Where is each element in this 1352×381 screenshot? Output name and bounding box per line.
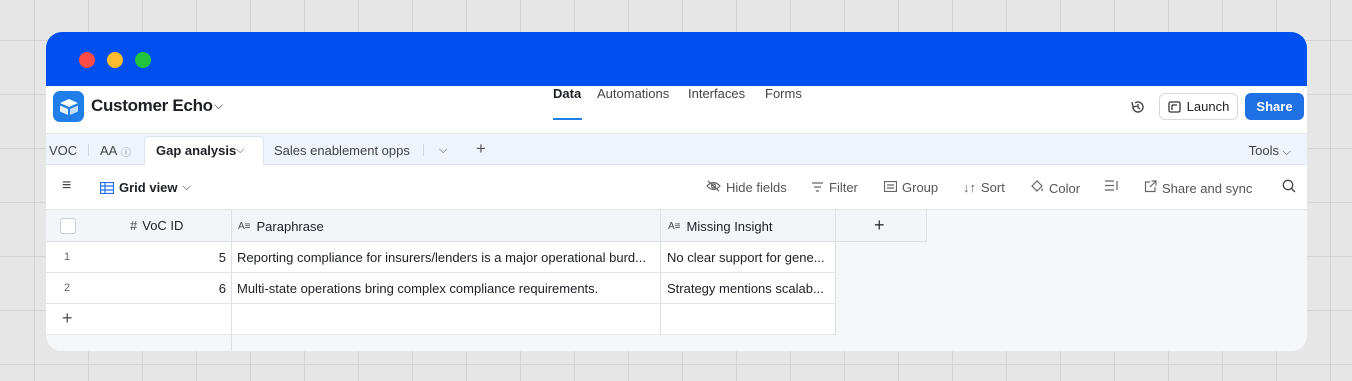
sort-button[interactable]: ↓↑ Sort <box>963 180 1005 195</box>
hide-fields-button[interactable]: Hide fields <box>706 180 787 195</box>
column-divider <box>835 210 836 335</box>
number-field-icon: # <box>130 218 138 233</box>
row-number: 2 <box>64 282 71 294</box>
search-icon[interactable] <box>1282 179 1296 193</box>
paint-bucket-icon <box>1030 180 1044 196</box>
history-icon[interactable] <box>1129 98 1147 116</box>
color-label: Color <box>1049 180 1081 196</box>
launch-button[interactable]: Launch <box>1159 93 1238 120</box>
column-header-label: VoC ID <box>142 218 184 233</box>
tab-voc[interactable]: VOC <box>49 143 77 158</box>
tab-divider <box>423 144 424 156</box>
nav-forms[interactable]: Forms <box>765 86 802 101</box>
cell-voc-id[interactable]: 6 <box>196 281 226 296</box>
cell-missing-insight[interactable]: No clear support for gene... <box>667 250 831 265</box>
tools-label: Tools <box>1248 143 1280 158</box>
chevron-down-icon: ⌵ <box>1282 146 1291 158</box>
tab-aa[interactable]: AA <box>100 143 117 158</box>
add-record-icon[interactable]: + <box>62 308 73 329</box>
share-button[interactable]: Share <box>1245 93 1304 120</box>
cell-paraphrase[interactable]: Reporting compliance for insurers/lender… <box>237 250 659 265</box>
long-text-field-icon: A≡ <box>238 221 251 232</box>
filter-icon <box>811 180 824 195</box>
table-header-row: # VoC ID A≡ Paraphrase A≡ Missing Insigh… <box>46 210 926 242</box>
table-row[interactable]: 2 6 Multi-state operations bring complex… <box>46 273 836 304</box>
share-and-sync-label: Share and sync <box>1162 180 1253 196</box>
group-icon <box>883 180 898 195</box>
grid-view: # VoC ID A≡ Paraphrase A≡ Missing Insigh… <box>46 210 1307 351</box>
chevron-down-icon[interactable]: ⌵ <box>236 144 244 157</box>
color-button[interactable]: Color <box>1030 180 1080 196</box>
view-name: Grid view <box>119 180 178 195</box>
column-header-missing-insight[interactable]: A≡ Missing Insight <box>668 219 773 234</box>
add-row[interactable]: + <box>46 304 836 335</box>
cell-paraphrase[interactable]: Multi-state operations bring complex com… <box>237 281 659 296</box>
app-header: Customer Echo ⌵ Data Automations Interfa… <box>46 86 1307 134</box>
hide-fields-label: Hide fields <box>726 180 787 195</box>
group-button[interactable]: Group <box>883 180 939 195</box>
view-switcher[interactable]: Grid view ⌵ <box>100 180 191 195</box>
column-header-label: Paraphrase <box>256 219 324 234</box>
chevron-down-icon[interactable]: ⌵ <box>214 98 223 113</box>
airtable-logo-icon[interactable] <box>53 91 84 122</box>
tab-sales-enablement[interactable]: Sales enablement opps <box>274 143 410 158</box>
window-titlebar <box>46 32 1307 86</box>
grid-icon <box>100 181 114 194</box>
menu-icon[interactable]: ≡ <box>62 177 71 195</box>
filter-button[interactable]: Filter <box>811 180 858 195</box>
launch-label: Launch <box>1186 99 1230 114</box>
add-table-icon[interactable]: + <box>476 139 486 159</box>
column-header-label: Missing Insight <box>686 219 773 234</box>
column-divider <box>660 210 661 335</box>
cell-voc-id[interactable]: 5 <box>196 250 226 265</box>
row-height-icon[interactable] <box>1104 180 1120 191</box>
filter-label: Filter <box>829 180 858 195</box>
tab-gap-analysis[interactable]: Gap analysis <box>156 143 236 158</box>
row-number: 1 <box>64 251 71 263</box>
chevron-down-icon: ⌵ <box>182 181 191 193</box>
nav-active-indicator <box>553 118 582 120</box>
column-header-paraphrase[interactable]: A≡ Paraphrase <box>238 219 324 234</box>
add-field-icon[interactable]: + <box>874 215 885 236</box>
chevron-down-icon[interactable]: ⌵ <box>439 144 447 157</box>
maximize-window-button[interactable] <box>135 52 151 68</box>
select-all-checkbox[interactable] <box>60 218 76 234</box>
base-name[interactable]: Customer Echo <box>91 96 213 116</box>
tools-menu[interactable]: Tools ⌵ <box>1249 143 1291 159</box>
nav-interfaces[interactable]: Interfaces <box>688 86 745 101</box>
tab-divider <box>88 144 89 156</box>
eye-slash-icon <box>706 180 721 195</box>
table-row[interactable]: 1 5 Reporting compliance for insurers/le… <box>46 242 836 273</box>
external-link-icon <box>1144 180 1157 196</box>
nav-automations[interactable]: Automations <box>597 86 669 101</box>
nav-data[interactable]: Data <box>553 86 581 101</box>
sort-icon: ↓↑ <box>963 180 976 195</box>
long-text-field-icon: A≡ <box>668 221 681 232</box>
sort-label: Sort <box>981 180 1005 195</box>
app-window: Customer Echo ⌵ Data Automations Interfa… <box>46 32 1307 351</box>
group-label: Group <box>902 180 939 195</box>
column-divider <box>926 210 927 242</box>
primary-column-divider <box>231 210 232 351</box>
table-tabs: VOC AA ⓘ Gap analysis ⌵ Sales enablement… <box>46 134 1307 166</box>
info-icon[interactable]: ⓘ <box>121 144 131 159</box>
minimize-window-button[interactable] <box>107 52 123 68</box>
cell-missing-insight[interactable]: Strategy mentions scalab... <box>667 281 831 296</box>
view-toolbar: ≡ Grid view ⌵ Hide fields Filter Group ↓… <box>46 165 1307 210</box>
share-and-sync-button[interactable]: Share and sync <box>1144 180 1252 196</box>
close-window-button[interactable] <box>79 52 95 68</box>
launch-icon <box>1168 100 1181 113</box>
column-header-voc-id[interactable]: # VoC ID <box>130 218 183 233</box>
